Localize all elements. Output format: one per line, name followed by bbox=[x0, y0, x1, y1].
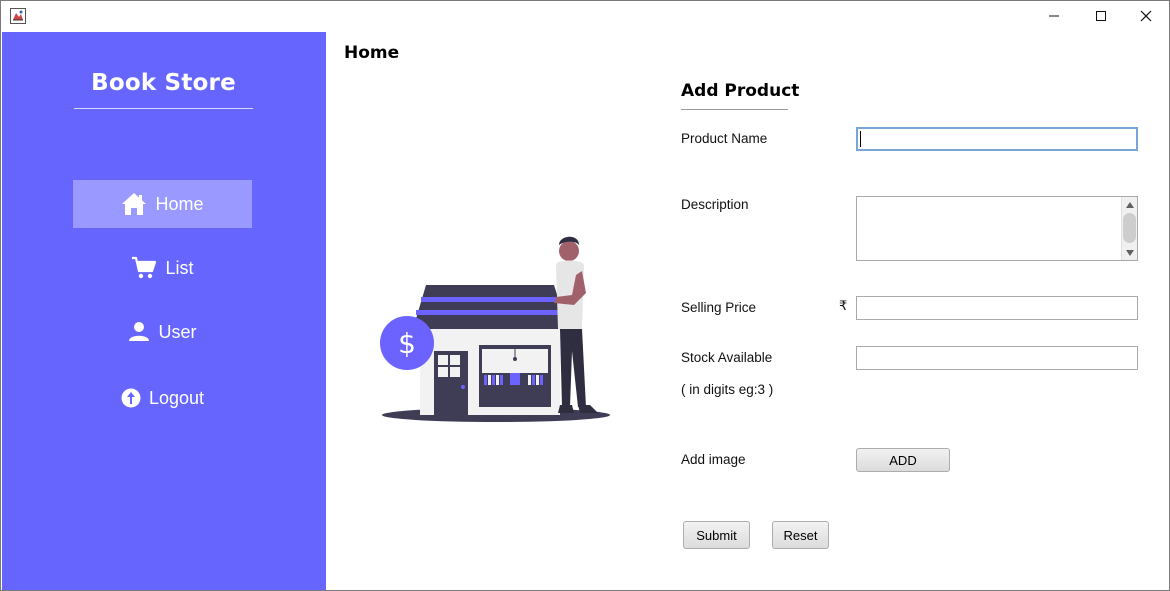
add-image-label: Add image bbox=[681, 452, 746, 467]
scroll-down-icon[interactable] bbox=[1122, 245, 1137, 260]
scroll-up-icon[interactable] bbox=[1122, 197, 1137, 212]
sidebar-item-label: Logout bbox=[148, 387, 205, 408]
brand-divider bbox=[74, 108, 253, 109]
minimize-button[interactable] bbox=[1031, 1, 1077, 31]
scroll-thumb[interactable] bbox=[1123, 213, 1136, 243]
text-caret bbox=[860, 131, 861, 147]
sidebar-item-list[interactable]: List bbox=[73, 244, 252, 292]
form-title-divider bbox=[681, 109, 788, 110]
reset-button[interactable]: Reset bbox=[772, 521, 829, 549]
user-icon bbox=[129, 322, 150, 341]
logout-icon bbox=[121, 388, 141, 408]
sidebar-item-label: Home bbox=[155, 193, 204, 214]
sidebar-item-home[interactable]: Home bbox=[73, 180, 252, 228]
brand-title: Book Store bbox=[91, 70, 236, 96]
page-title: Home bbox=[344, 43, 400, 63]
add-image-button[interactable]: ADD bbox=[856, 448, 950, 472]
description-field bbox=[856, 196, 1138, 261]
submit-button[interactable]: Submit bbox=[683, 521, 750, 549]
home-icon bbox=[122, 193, 147, 215]
java-app-icon bbox=[10, 8, 26, 24]
description-textarea[interactable] bbox=[857, 197, 1121, 260]
currency-symbol: ₹ bbox=[839, 299, 848, 314]
product-name-input[interactable] bbox=[856, 127, 1138, 151]
minimize-icon bbox=[1049, 15, 1059, 17]
description-label: Description bbox=[681, 197, 749, 212]
form-title: Add Product bbox=[681, 81, 800, 101]
close-icon bbox=[1140, 10, 1152, 22]
selling-price-input[interactable] bbox=[856, 296, 1138, 320]
stock-label: Stock Available bbox=[681, 350, 773, 365]
maximize-icon bbox=[1096, 11, 1106, 21]
close-button[interactable] bbox=[1123, 1, 1169, 31]
sidebar-item-user[interactable]: User bbox=[73, 308, 252, 356]
product-name-label: Product Name bbox=[681, 131, 768, 146]
stock-input[interactable] bbox=[856, 346, 1138, 370]
svg-text:$: $ bbox=[398, 327, 416, 360]
maximize-button[interactable] bbox=[1078, 1, 1124, 31]
app-window: Book Store Home List User Logout Home $ … bbox=[0, 0, 1170, 591]
title-bar bbox=[1, 1, 1169, 31]
sidebar-item-label: List bbox=[165, 257, 194, 278]
stock-hint: ( in digits eg:3 ) bbox=[681, 382, 774, 397]
sidebar-item-label: User bbox=[158, 321, 197, 342]
cart-icon bbox=[132, 256, 157, 279]
sidebar-item-logout[interactable]: Logout bbox=[73, 374, 252, 422]
description-scrollbar[interactable] bbox=[1121, 197, 1137, 260]
selling-price-label: Selling Price bbox=[681, 300, 757, 315]
sidebar: Book Store Home List User Logout bbox=[2, 32, 326, 590]
store-illustration: $ bbox=[376, 231, 621, 431]
